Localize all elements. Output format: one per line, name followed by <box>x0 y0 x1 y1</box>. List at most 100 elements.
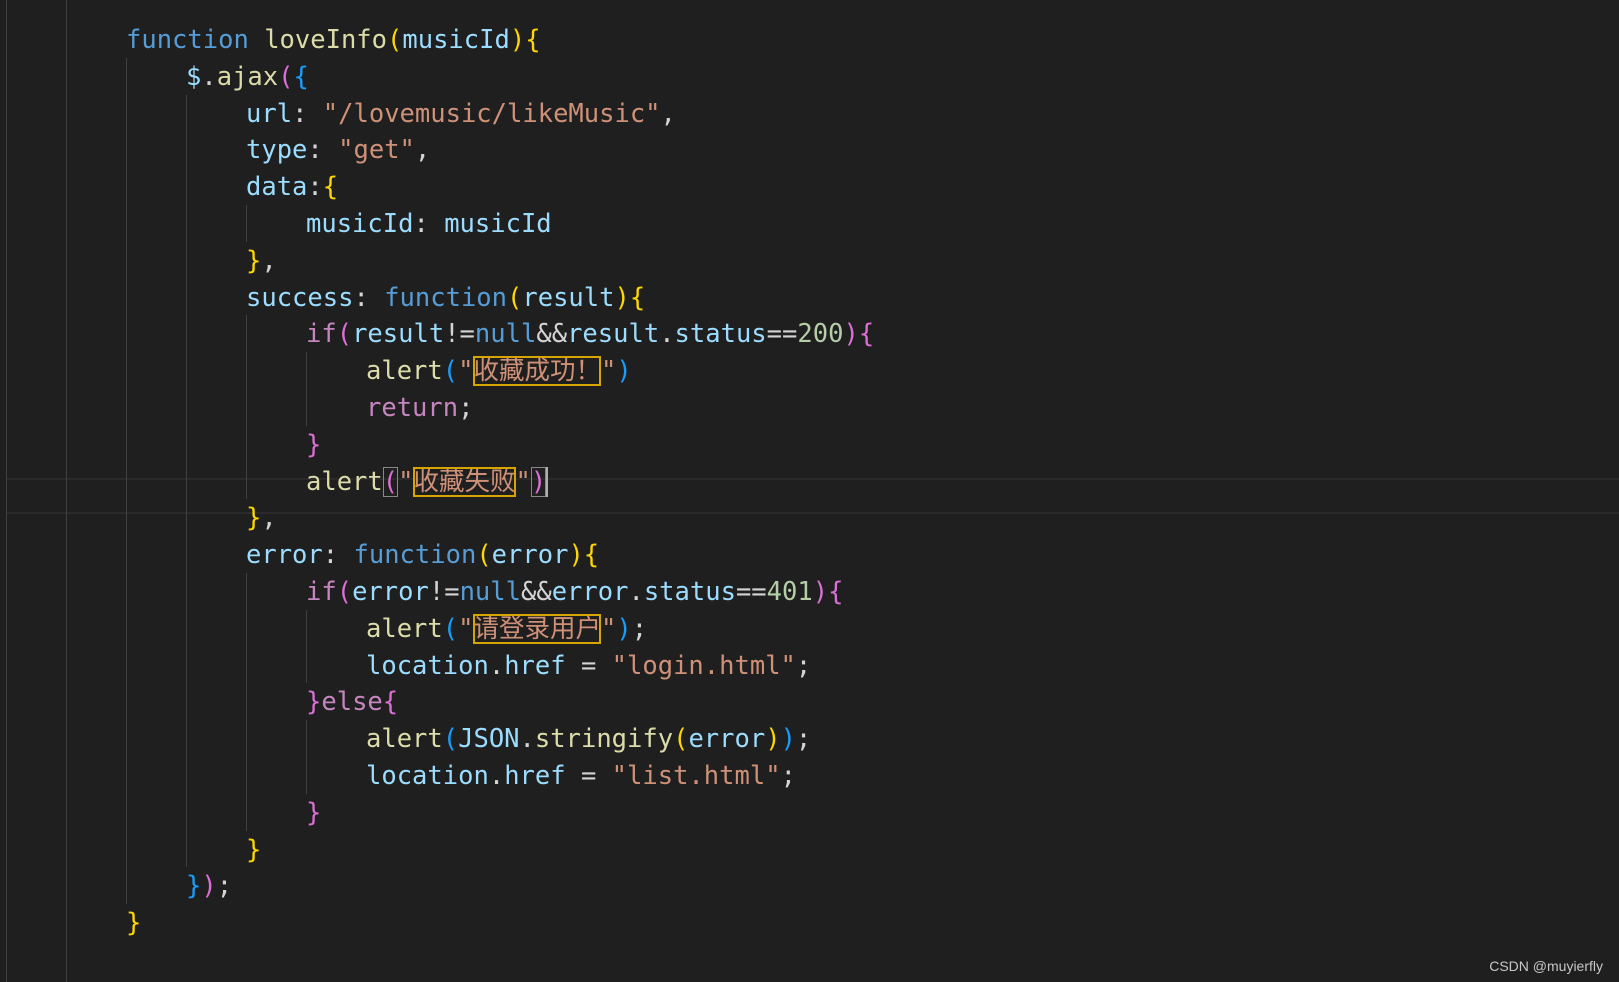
code-token: ( <box>336 577 353 607</box>
code-line[interactable]: success: function(result){ <box>246 279 645 317</box>
code-token: : <box>353 282 385 313</box>
code-token: ( <box>673 724 689 755</box>
code-token: if <box>306 319 337 350</box>
code-token: location <box>366 650 489 681</box>
code-token: success <box>246 282 354 313</box>
code-token: " <box>601 613 617 644</box>
code-line[interactable]: location.href = "list.html"; <box>366 757 796 795</box>
code-token: " <box>515 466 531 497</box>
code-line[interactable]: } <box>246 831 261 869</box>
code-token: ( <box>442 613 459 644</box>
code-token: "login.html" <box>611 650 796 681</box>
code-token: alert <box>366 356 443 387</box>
code-line[interactable]: $.ajax({ <box>186 58 309 96</box>
code-token: . <box>519 724 535 755</box>
bracket-match-highlight: ( <box>382 466 399 497</box>
code-editor[interactable]: function loveInfo(musicId){$.ajax({url: … <box>0 0 1619 982</box>
code-token: } <box>306 429 322 460</box>
code-line[interactable]: url: "/lovemusic/likeMusic", <box>246 95 676 133</box>
code-token: } <box>246 503 262 534</box>
code-token: ; <box>795 724 812 755</box>
code-token: ) <box>843 319 859 350</box>
code-token: ; <box>631 613 648 644</box>
code-token: && <box>520 577 552 607</box>
code-token: . <box>659 319 675 350</box>
code-token: error <box>491 540 569 571</box>
indent-guide <box>6 0 7 982</box>
code-token: status <box>674 319 767 350</box>
indent-guide <box>246 205 247 242</box>
code-line[interactable]: }, <box>246 242 277 280</box>
code-token: : <box>307 172 323 203</box>
code-token: = <box>565 761 612 791</box>
code-token: ) <box>568 540 584 571</box>
code-token: , <box>261 245 277 276</box>
code-token: } <box>246 834 262 865</box>
code-line[interactable]: location.href = "login.html"; <box>366 647 811 685</box>
indent-guide <box>306 720 307 794</box>
code-line[interactable]: }else{ <box>306 683 398 721</box>
code-token: { <box>382 687 399 718</box>
code-token: error <box>246 540 323 571</box>
code-line[interactable]: alert(JSON.stringify(error)); <box>366 720 811 758</box>
code-line[interactable]: }); <box>186 867 232 905</box>
code-token: "get" <box>338 135 415 166</box>
code-line[interactable]: if(result!=null&&result.status==200){ <box>306 315 874 353</box>
code-line[interactable]: function loveInfo(musicId){ <box>126 21 541 59</box>
code-line[interactable]: if(error!=null&&error.status==401){ <box>306 573 843 611</box>
code-token: , <box>660 98 676 129</box>
code-token: ) <box>812 577 829 607</box>
indent-guide <box>126 57 127 905</box>
code-token: } <box>306 797 322 828</box>
code-token: loveInfo <box>264 25 388 55</box>
code-token: result <box>522 282 615 313</box>
code-token: ( <box>387 25 403 55</box>
code-token: ) <box>616 356 632 387</box>
code-line[interactable]: return; <box>366 389 473 427</box>
code-line[interactable]: alert("收藏成功！") <box>366 352 632 390</box>
code-token: } <box>306 687 322 718</box>
code-token: { <box>629 282 646 313</box>
code-token: } <box>126 908 142 939</box>
code-line[interactable]: }, <box>246 499 277 537</box>
code-token: error <box>352 577 429 607</box>
code-token: return <box>366 393 459 423</box>
code-line[interactable]: data:{ <box>246 168 338 206</box>
code-token: $ <box>186 61 202 92</box>
code-token: if <box>306 577 337 607</box>
code-token: ajax <box>216 61 279 92</box>
code-token: result <box>567 319 660 350</box>
code-line[interactable]: type: "get", <box>246 131 430 169</box>
code-token: "list.html" <box>611 761 781 791</box>
watermark: CSDN @muyierfly <box>1489 958 1603 974</box>
code-line[interactable]: alert("收藏失败") <box>306 463 547 501</box>
code-token: ( <box>442 724 459 755</box>
code-line[interactable]: error: function(error){ <box>246 536 599 574</box>
code-token: 200 <box>797 319 844 350</box>
code-token: ) <box>201 871 217 902</box>
code-token: alert <box>366 724 443 755</box>
code-token: " <box>398 466 414 497</box>
code-token: musicId <box>444 209 552 239</box>
code-token: href <box>504 650 566 681</box>
code-token: function <box>353 540 477 571</box>
code-token: ; <box>216 871 233 902</box>
code-token: != <box>444 319 475 350</box>
code-token: : <box>292 98 323 129</box>
code-token: musicId <box>402 25 510 55</box>
bracket-match-highlight: ) <box>530 466 547 497</box>
indent-guide <box>186 94 187 868</box>
code-line[interactable]: } <box>306 426 321 464</box>
code-line[interactable]: } <box>126 904 141 942</box>
code-line[interactable]: alert("请登录用户"); <box>366 610 647 648</box>
code-token: function <box>384 282 508 313</box>
code-line[interactable]: } <box>306 794 321 832</box>
code-line[interactable]: musicId: musicId <box>306 205 552 243</box>
code-token: "/lovemusic/likeMusic" <box>322 98 661 129</box>
code-token: else <box>321 687 383 718</box>
code-token: , <box>261 503 277 534</box>
code-token: . <box>488 650 505 681</box>
code-token: null <box>459 577 521 607</box>
code-token: == <box>766 319 798 350</box>
